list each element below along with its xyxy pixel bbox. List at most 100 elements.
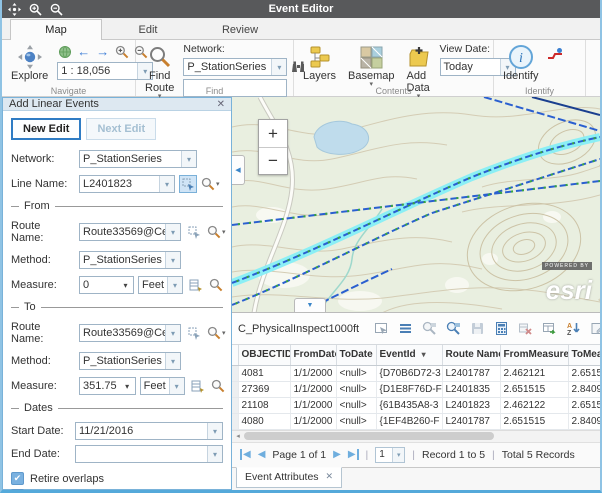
switch-table-icon[interactable] xyxy=(542,321,557,337)
page-number-combobox[interactable]: 1 ▾ xyxy=(375,447,405,463)
zoom-to-to-measure-button[interactable] xyxy=(211,379,225,393)
previous-page-icon[interactable]: ◀ xyxy=(258,449,266,460)
panel-title: Add Linear Events xyxy=(9,98,217,110)
chevron-down-icon[interactable]: ▾ xyxy=(167,277,182,293)
map-zoom-out-button[interactable]: − xyxy=(259,147,287,174)
table-pagination: ◀ ◀ Page 1 of 1 ▶ ▶ | 1 ▾ | Record 1 to … xyxy=(232,442,600,467)
chevron-down-icon[interactable]: ▾ xyxy=(392,448,404,462)
column-header-eventid[interactable]: EventId▾ xyxy=(376,345,442,365)
first-page-icon[interactable]: ◀ xyxy=(240,449,251,460)
sort-icon[interactable]: AZ xyxy=(566,321,581,337)
to-method-combobox[interactable]: P_StationSeries ▾ xyxy=(79,352,181,370)
network-combobox[interactable]: P_StationSeries ▾ xyxy=(79,150,197,168)
column-header-frommeasure[interactable]: FromMeasure xyxy=(500,345,568,365)
next-edit-button[interactable]: Next Edit xyxy=(86,118,156,140)
column-header-todate[interactable]: ToDate xyxy=(336,345,376,365)
column-header-fromdate[interactable]: FromDate xyxy=(290,345,336,365)
start-date-picker[interactable]: 11/21/2016 ▾ xyxy=(75,422,223,440)
collapse-table-icon[interactable]: ▼ xyxy=(294,298,326,312)
ribbon-tab-bar: Map Edit Review xyxy=(2,18,600,40)
chevron-down-icon[interactable]: ▾ xyxy=(118,277,133,293)
scroll-left-icon[interactable]: ◂ xyxy=(232,432,244,440)
close-icon[interactable]: ✕ xyxy=(217,99,225,110)
from-method-combobox[interactable]: P_StationSeries ▾ xyxy=(79,251,181,269)
next-page-icon[interactable]: ▶ xyxy=(333,449,341,460)
add-data-icon xyxy=(407,44,431,70)
zoom-to-selection-icon[interactable] xyxy=(422,321,437,337)
chevron-down-icon[interactable]: ▾ xyxy=(207,446,222,462)
end-date-picker[interactable]: ▾ xyxy=(75,445,223,463)
select-route-on-map-icon[interactable] xyxy=(185,324,203,342)
select-route-on-map-icon[interactable] xyxy=(185,223,203,241)
chevron-down-icon[interactable]: ▾ xyxy=(271,59,286,75)
zoom-to-from-measure-button[interactable] xyxy=(209,278,223,292)
retire-overlaps-checkbox[interactable]: ✔ xyxy=(11,472,24,485)
merge-coincident-checkbox[interactable]: ✔ xyxy=(11,489,24,493)
identify-route-location-icon[interactable] xyxy=(547,47,563,63)
chevron-down-icon[interactable]: ▾ xyxy=(165,224,180,240)
svg-text:Z: Z xyxy=(567,330,572,336)
to-measure-combobox[interactable]: 351.75 ▾ xyxy=(79,377,136,395)
close-icon[interactable]: ✕ xyxy=(326,471,334,482)
chevron-down-icon[interactable]: ▾ xyxy=(207,423,222,439)
horizontal-scrollbar[interactable]: ◂ xyxy=(232,430,600,442)
to-units-combobox[interactable]: Feet ▾ xyxy=(140,377,185,395)
to-group-divider: To xyxy=(11,301,223,313)
table-row[interactable]: 21108 1/1/2000 <null> {61B435A8-3 L24018… xyxy=(232,397,600,413)
chevron-down-icon[interactable]: ▾ xyxy=(159,176,174,192)
from-units-combobox[interactable]: Feet ▾ xyxy=(138,276,183,294)
pick-measure-on-map-icon[interactable] xyxy=(189,377,207,395)
chevron-down-icon: ▾ xyxy=(216,182,220,187)
column-header-tomeasure[interactable]: ToMeasure xyxy=(568,345,600,365)
chevron-down-icon[interactable]: ▾ xyxy=(165,252,180,268)
ribbon-group-identify: i Identify Identify xyxy=(494,40,586,96)
attachments-icon[interactable] xyxy=(590,321,602,337)
zoom-to-from-route-button[interactable]: ▾ xyxy=(207,225,226,239)
tab-edit[interactable]: Edit xyxy=(102,20,194,39)
table-row[interactable]: 27369 1/1/2000 <null> {D1E8F76D-F L24018… xyxy=(232,381,600,397)
calculate-field-icon[interactable] xyxy=(494,321,509,337)
map-zoom-in-button[interactable]: + xyxy=(259,120,287,147)
tab-map[interactable]: Map xyxy=(10,19,102,40)
zoom-to-to-route-button[interactable]: ▾ xyxy=(207,326,226,340)
from-route-combobox[interactable]: Route33569@Centr ▾ xyxy=(79,223,181,241)
scrollbar-thumb[interactable] xyxy=(244,432,494,440)
previous-extent-icon[interactable]: ← xyxy=(76,44,91,59)
show-selected-records-icon[interactable] xyxy=(398,321,413,337)
full-extent-icon[interactable] xyxy=(57,44,72,59)
column-header-objectid[interactable]: OBJECTID xyxy=(238,345,290,365)
layers-button[interactable]: Layers xyxy=(300,43,339,83)
collapse-panel-icon[interactable]: ◀ xyxy=(232,155,245,185)
chevron-down-icon[interactable]: ▾ xyxy=(169,378,184,394)
select-records-icon[interactable] xyxy=(374,321,389,337)
last-page-icon[interactable]: ▶ xyxy=(348,449,359,460)
tab-review[interactable]: Review xyxy=(194,20,286,39)
chevron-down-icon[interactable]: ▾ xyxy=(165,325,180,341)
delete-record-icon[interactable] xyxy=(518,321,533,337)
line-name-combobox[interactable]: L2401823 ▾ xyxy=(79,175,175,193)
new-edit-button[interactable]: New Edit xyxy=(11,118,81,140)
basemap-button[interactable]: Basemap ▾ xyxy=(345,43,397,88)
dates-group-divider: Dates xyxy=(11,402,223,414)
explore-button[interactable]: Explore xyxy=(8,43,51,83)
to-route-combobox[interactable]: Route33569@Centr ▾ xyxy=(79,324,181,342)
chevron-down-icon[interactable]: ▾ xyxy=(181,151,196,167)
fixed-zoom-in-icon[interactable] xyxy=(114,44,129,59)
zoom-to-line-button[interactable]: ▾ xyxy=(201,177,220,191)
map-canvas[interactable]: + − ◀ ▼ POWERED BY esri xyxy=(232,97,600,313)
tab-event-attributes[interactable]: Event Attributes ✕ xyxy=(236,467,342,488)
table-row[interactable]: 4081 1/1/2000 <null> {D70B6D72-3 L240178… xyxy=(232,365,600,381)
chevron-down-icon[interactable]: ▾ xyxy=(165,353,180,369)
pan-to-selection-icon[interactable] xyxy=(446,321,461,337)
network-ribbon-combobox[interactable]: P_StationSeries ▾ xyxy=(183,58,287,76)
column-header-routename[interactable]: Route Name xyxy=(442,345,500,365)
from-measure-combobox[interactable]: 0 ▾ xyxy=(79,276,134,294)
table-row[interactable]: 4080 1/1/2000 <null> {1EF4B260-F L240178… xyxy=(232,413,600,429)
identify-button[interactable]: i Identify xyxy=(500,43,541,83)
chevron-down-icon[interactable]: ▾ xyxy=(120,378,135,394)
save-icon[interactable] xyxy=(470,321,485,337)
to-method-label: Method: xyxy=(11,355,75,367)
next-extent-icon[interactable]: → xyxy=(95,44,110,59)
select-line-on-map-icon[interactable] xyxy=(179,175,197,193)
pick-measure-on-map-icon[interactable] xyxy=(187,276,205,294)
